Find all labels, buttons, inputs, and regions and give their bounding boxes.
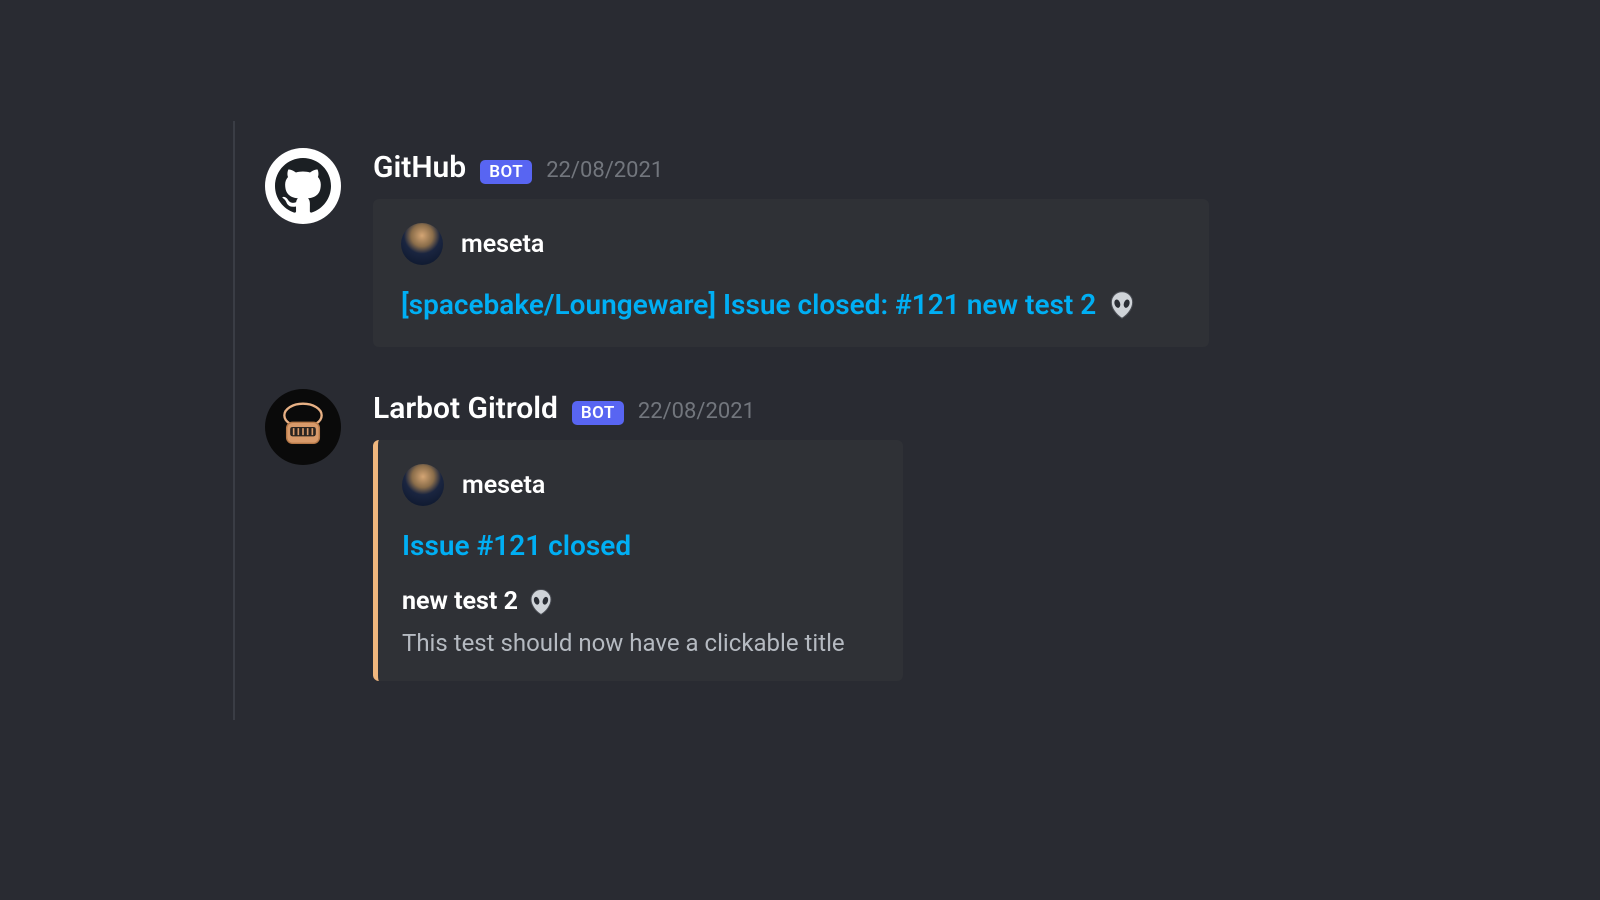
alien-icon	[1106, 289, 1138, 321]
embed-description: This test should now have a clickable ti…	[402, 629, 875, 657]
username[interactable]: Larbot Gitrold	[373, 391, 558, 426]
embed-card: meseta [spacebake/Loungeware] Issue clos…	[373, 199, 1209, 347]
embed-title-text: [spacebake/Loungeware] Issue closed: #12…	[401, 287, 1096, 323]
message-content: Larbot Gitrold BOT 22/08/2021 meseta Iss…	[373, 389, 1550, 680]
message-header: GitHub BOT 22/08/2021	[373, 148, 1550, 185]
embed-author-avatar	[401, 223, 443, 265]
username[interactable]: GitHub	[373, 150, 466, 185]
embed-title-text: Issue #121 closed	[402, 528, 631, 564]
embed-author[interactable]: meseta	[401, 223, 1181, 265]
embed-author-avatar	[402, 464, 444, 506]
channel-divider	[233, 121, 235, 720]
timestamp: 22/08/2021	[546, 158, 663, 183]
message-content: GitHub BOT 22/08/2021 meseta [spacebake/…	[373, 148, 1550, 347]
timestamp: 22/08/2021	[638, 399, 755, 424]
bot-badge: BOT	[572, 401, 624, 425]
embed-subtitle: new test 2	[402, 587, 518, 616]
avatar[interactable]	[265, 148, 341, 224]
alien-icon	[526, 587, 556, 617]
message-header: Larbot Gitrold BOT 22/08/2021	[373, 389, 1550, 426]
bot-badge: BOT	[480, 160, 532, 184]
embed-author-name: meseta	[462, 471, 545, 500]
embed-author[interactable]: meseta	[402, 464, 875, 506]
message-item: Larbot Gitrold BOT 22/08/2021 meseta Iss…	[265, 389, 1550, 680]
messages-container: GitHub BOT 22/08/2021 meseta [spacebake/…	[265, 148, 1550, 723]
avatar[interactable]	[265, 389, 341, 465]
robot-icon	[275, 399, 331, 455]
embed-title-link[interactable]: Issue #121 closed	[402, 528, 875, 564]
embed-card: meseta Issue #121 closed new test 2	[373, 440, 903, 680]
embed-author-name: meseta	[461, 230, 544, 259]
embed-subtitle-row: new test 2	[402, 587, 875, 617]
embed-title-link[interactable]: [spacebake/Loungeware] Issue closed: #12…	[401, 287, 1181, 323]
message-item: GitHub BOT 22/08/2021 meseta [spacebake/…	[265, 148, 1550, 347]
github-icon	[275, 158, 331, 214]
